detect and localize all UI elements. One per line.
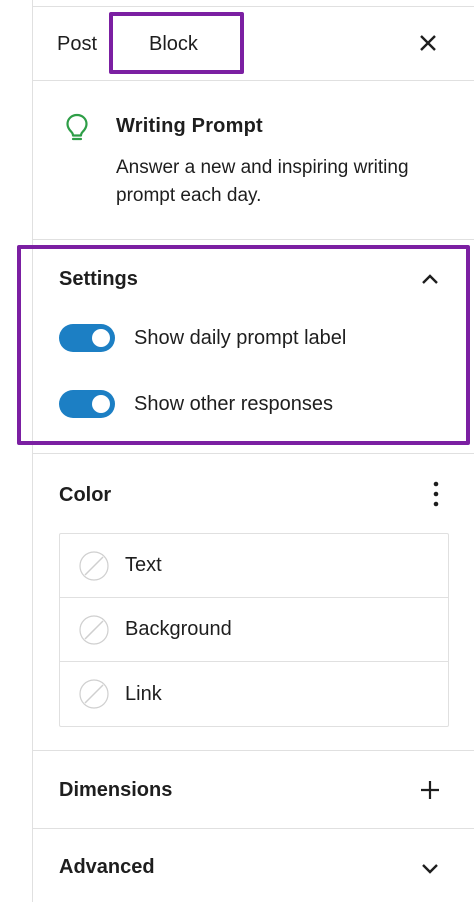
color-item-link[interactable]: Link	[60, 662, 448, 726]
more-options-icon[interactable]	[432, 479, 440, 509]
color-item-text[interactable]: Text	[60, 534, 448, 598]
color-item-label: Link	[125, 682, 162, 705]
color-options-list: Text Background Link	[59, 533, 449, 727]
color-item-label: Background	[125, 618, 232, 640]
dimensions-panel[interactable]: Dimensions	[33, 752, 474, 829]
empty-color-swatch-icon	[79, 679, 109, 709]
chevron-down-icon[interactable]	[418, 856, 442, 880]
block-title: Writing Prompt	[116, 115, 263, 137]
block-card: Writing Prompt Answer a new and inspirin…	[33, 82, 474, 240]
advanced-panel-title: Advanced	[59, 856, 155, 878]
advanced-panel[interactable]: Advanced	[33, 829, 474, 902]
highlight-box-block-tab	[109, 12, 244, 74]
plus-icon[interactable]	[418, 778, 442, 802]
sidebar-tabs: Post Block	[33, 7, 474, 81]
empty-color-swatch-icon	[79, 614, 109, 645]
block-description: Answer a new and inspiring writing promp…	[116, 157, 409, 206]
highlight-box-settings	[17, 245, 470, 445]
tab-post[interactable]: Post	[57, 7, 97, 81]
color-item-label: Text	[125, 554, 162, 576]
close-icon[interactable]	[416, 31, 440, 55]
color-item-background[interactable]: Background	[60, 598, 448, 662]
color-panel: Color Text Background Link	[33, 455, 474, 751]
color-panel-title: Color	[59, 484, 112, 506]
lightbulb-icon	[63, 112, 91, 144]
dimensions-panel-title: Dimensions	[59, 779, 173, 801]
empty-color-swatch-icon	[79, 550, 109, 581]
